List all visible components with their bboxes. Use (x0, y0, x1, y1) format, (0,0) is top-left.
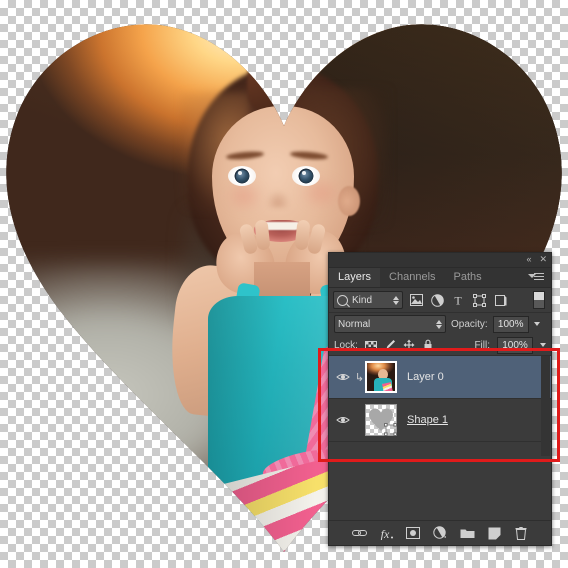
layers-panel: « ✕ Layers Channels Paths Kind T Normal … (328, 252, 552, 546)
panel-tab-row: Layers Channels Paths (329, 268, 551, 288)
opacity-value[interactable]: 100% (492, 315, 529, 333)
delete-layer-button[interactable] (513, 525, 529, 541)
filter-type-layers-icon[interactable]: T (450, 292, 466, 308)
eye-glint-left (238, 171, 242, 175)
new-group-button[interactable] (459, 525, 475, 541)
layer-filter-row: Kind T (329, 288, 551, 313)
lock-position-icon[interactable] (403, 339, 415, 351)
stepper-updown-icon[interactable] (393, 295, 399, 305)
vector-mask-icon (384, 423, 397, 436)
close-icon[interactable]: ✕ (539, 254, 547, 265)
layer-list: ↳ Layer 0 Shape 1 (329, 356, 551, 456)
layer-row-layer-0[interactable]: ↳ Layer 0 (329, 356, 551, 399)
svg-text:T: T (454, 294, 462, 306)
lock-all-icon[interactable] (422, 339, 434, 351)
new-layer-button[interactable] (486, 525, 502, 541)
fill-dropdown-icon[interactable] (540, 343, 546, 347)
filter-shape-layers-icon[interactable] (471, 292, 487, 308)
clipping-mask-icon: ↳ (354, 371, 365, 384)
layer-thumbnail-shape[interactable] (365, 404, 397, 436)
layer-style-fx-button[interactable]: fx (378, 525, 394, 541)
lock-transparent-pixels-icon[interactable] (364, 339, 377, 351)
opacity-label: Opacity: (451, 318, 488, 330)
filter-kind-label: Kind (352, 294, 373, 306)
opacity-dropdown-icon[interactable] (533, 322, 540, 326)
tab-paths[interactable]: Paths (445, 268, 491, 287)
layer-visibility-toggle[interactable] (332, 415, 354, 425)
panel-menu-caret-icon (528, 274, 536, 278)
svg-text:fx: fx (381, 527, 390, 540)
filter-kind-select[interactable]: Kind (333, 291, 403, 309)
eye-glint-right (302, 171, 306, 175)
tab-layers[interactable]: Layers (329, 268, 381, 287)
panel-titlebar-buttons: « ✕ (526, 254, 547, 265)
panel-bottom-toolbar: fx (329, 520, 551, 545)
filter-enable-toggle[interactable] (533, 291, 545, 309)
layer-name-shape-1[interactable]: Shape 1 (407, 414, 448, 426)
lock-image-pixels-icon[interactable] (384, 339, 396, 351)
lock-row: Lock: Fill: 100% (329, 335, 551, 356)
add-layer-mask-button[interactable] (405, 525, 421, 541)
lock-label: Lock: (334, 339, 358, 351)
collapse-panel-icon[interactable]: « (526, 254, 531, 265)
new-adjustment-layer-button[interactable] (432, 525, 448, 541)
blend-mode-row: Normal Opacity: 100% (329, 313, 551, 335)
panel-menu-icon[interactable] (528, 271, 546, 283)
link-layers-button[interactable] (351, 525, 367, 541)
search-icon (337, 294, 348, 306)
layer-visibility-toggle[interactable] (332, 372, 354, 382)
tab-channels[interactable]: Channels (380, 268, 444, 287)
blend-mode-value: Normal (338, 318, 371, 330)
layer-row-shape-1[interactable]: Shape 1 (329, 399, 551, 442)
fill-label: Fill: (474, 339, 490, 351)
nose (266, 190, 290, 208)
fill-value[interactable]: 100% (497, 336, 533, 354)
blend-mode-select[interactable]: Normal (334, 315, 446, 333)
filter-pixel-layers-icon[interactable] (408, 292, 424, 308)
filter-smart-object-layers-icon[interactable] (492, 292, 508, 308)
layer-thumbnail-photo[interactable] (365, 361, 397, 393)
blend-mode-stepper-icon[interactable] (436, 319, 442, 329)
panel-titlebar: « ✕ (329, 253, 551, 268)
filter-adjustment-layers-icon[interactable] (429, 292, 445, 308)
layer-list-scrollbar[interactable] (541, 356, 550, 456)
layer-name-layer-0[interactable]: Layer 0 (407, 371, 444, 383)
